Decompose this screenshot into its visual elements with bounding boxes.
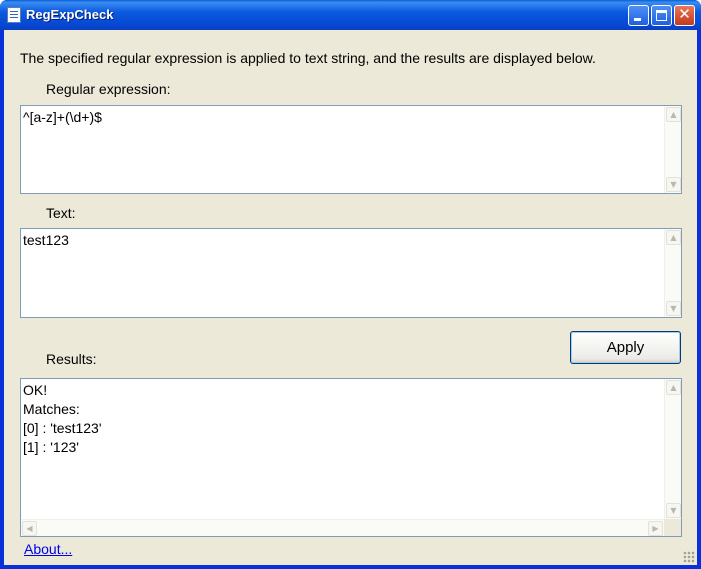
regex-input-value: ^[a-z]+(\d+)$ — [23, 109, 102, 125]
scroll-up-icon[interactable]: ▲ — [666, 230, 681, 245]
scroll-up-icon[interactable]: ▲ — [666, 380, 681, 395]
description-text: The specified regular expression is appl… — [20, 50, 596, 66]
title-bar[interactable]: RegExpCheck ✕ — [0, 0, 701, 30]
scroll-left-icon[interactable]: ◀ — [22, 521, 37, 536]
results-output[interactable]: OK! Matches: [0] : 'test123' [1] : '123'… — [20, 378, 682, 537]
client-area: The specified regular expression is appl… — [4, 30, 697, 565]
results-label: Results: — [46, 351, 97, 367]
scroll-down-icon[interactable]: ▼ — [666, 177, 681, 192]
regex-label: Regular expression: — [46, 81, 171, 97]
minimize-icon — [634, 18, 641, 21]
scrollbar-corner — [664, 519, 681, 536]
text-input[interactable]: test123 ▲ ▼ — [20, 228, 682, 318]
text-label: Text: — [46, 205, 76, 221]
scroll-right-icon[interactable]: ▶ — [648, 521, 663, 536]
results-output-value: OK! Matches: [0] : 'test123' [1] : '123' — [23, 382, 102, 455]
maximize-button[interactable] — [651, 5, 672, 26]
results-vertical-scrollbar[interactable]: ▲ ▼ — [664, 379, 681, 519]
close-icon: ✕ — [678, 5, 691, 23]
scroll-down-icon[interactable]: ▼ — [666, 503, 681, 518]
regex-vertical-scrollbar[interactable]: ▲ ▼ — [664, 106, 681, 193]
scroll-down-icon[interactable]: ▼ — [666, 301, 681, 316]
apply-button[interactable]: Apply — [570, 331, 681, 364]
text-vertical-scrollbar[interactable]: ▲ ▼ — [664, 229, 681, 317]
regex-input[interactable]: ^[a-z]+(\d+)$ ▲ ▼ — [20, 105, 682, 194]
results-horizontal-scrollbar[interactable]: ◀ ▶ — [21, 519, 664, 536]
text-input-value: test123 — [23, 232, 69, 248]
minimize-button[interactable] — [628, 5, 649, 26]
maximize-icon — [656, 10, 667, 21]
window-title: RegExpCheck — [26, 7, 114, 22]
about-link[interactable]: About... — [24, 541, 72, 557]
close-button[interactable]: ✕ — [674, 5, 695, 26]
regexp-app-icon[interactable] — [7, 7, 21, 23]
resize-grip-icon[interactable] — [683, 551, 695, 563]
scroll-up-icon[interactable]: ▲ — [666, 107, 681, 122]
app-window: RegExpCheck ✕ The specified regular expr… — [0, 0, 701, 569]
